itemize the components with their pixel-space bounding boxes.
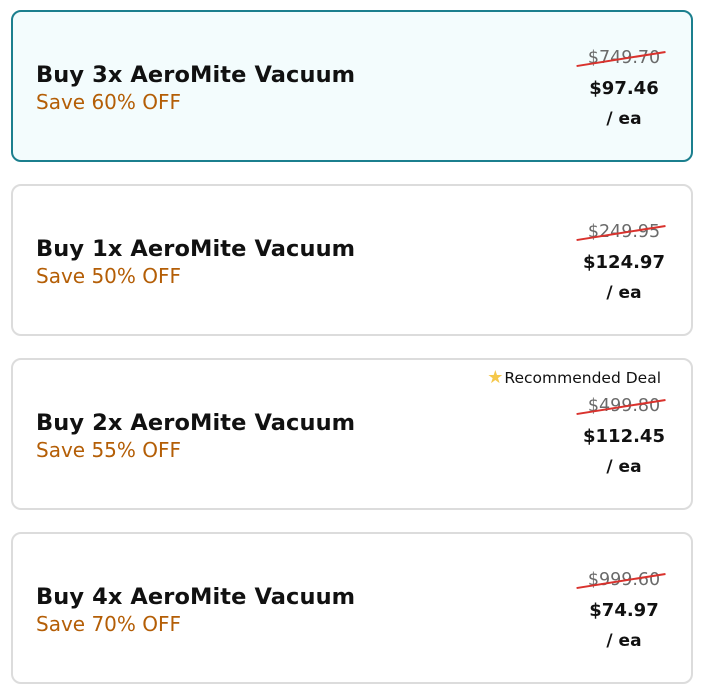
offer-title: Buy 3x AeroMite Vacuum <box>36 62 356 88</box>
offer-savings: Save 70% OFF <box>36 612 182 636</box>
recommended-badge-label: Recommended Deal <box>504 369 661 387</box>
offer-savings: Save 60% OFF <box>36 90 182 114</box>
per-unit-label: / ea <box>606 109 642 129</box>
per-unit-label: / ea <box>606 631 642 651</box>
offer-savings: Save 55% OFF <box>36 438 182 462</box>
sale-price: $74.97 <box>589 600 659 621</box>
price-block: $499.80 $112.45 / ea <box>569 396 679 477</box>
offer-title: Buy 2x AeroMite Vacuum <box>36 410 356 436</box>
price-block: $749.70 $97.46 / ea <box>569 48 679 129</box>
offer-card-3x[interactable]: Buy 3x AeroMite Vacuum Save 60% OFF $749… <box>11 10 693 162</box>
original-price: $749.70 <box>576 48 666 69</box>
price-block: $999.60 $74.97 / ea <box>569 570 679 651</box>
star-icon: ★ <box>487 367 504 388</box>
offer-title: Buy 4x AeroMite Vacuum <box>36 584 356 610</box>
original-price: $499.80 <box>576 396 666 417</box>
offer-card-2x[interactable]: ★ Recommended Deal Buy 2x AeroMite Vacuu… <box>11 358 693 510</box>
offer-card-4x[interactable]: Buy 4x AeroMite Vacuum Save 70% OFF $999… <box>11 532 693 684</box>
offer-savings: Save 50% OFF <box>36 264 182 288</box>
sale-price: $97.46 <box>589 78 659 99</box>
price-block: $249.95 $124.97 / ea <box>569 222 679 303</box>
recommended-badge: ★ Recommended Deal <box>487 367 661 388</box>
offer-card-1x[interactable]: Buy 1x AeroMite Vacuum Save 50% OFF $249… <box>11 184 693 336</box>
sale-price: $124.97 <box>583 252 665 273</box>
offer-title: Buy 1x AeroMite Vacuum <box>36 236 356 262</box>
per-unit-label: / ea <box>606 457 642 477</box>
original-price: $249.95 <box>576 222 666 243</box>
sale-price: $112.45 <box>583 426 665 447</box>
original-price: $999.60 <box>576 570 666 591</box>
per-unit-label: / ea <box>606 283 642 303</box>
